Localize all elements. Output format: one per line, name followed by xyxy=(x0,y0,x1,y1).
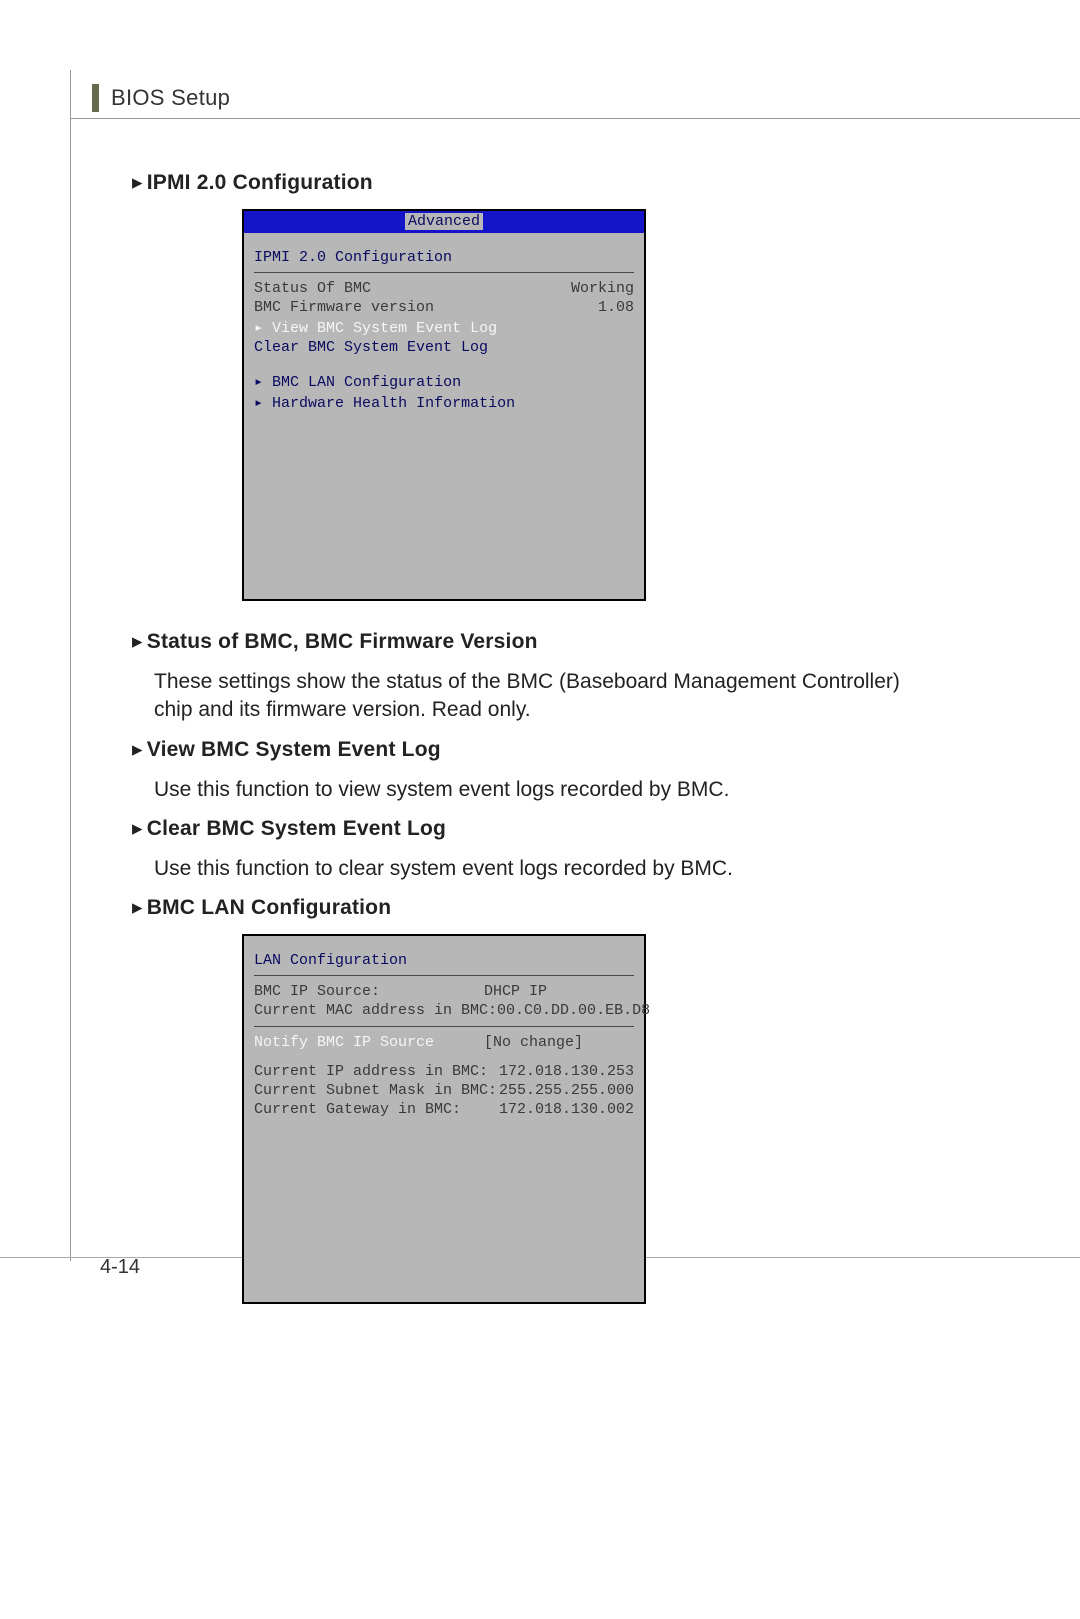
section-desc-view: Use this function to view system event l… xyxy=(154,776,914,804)
divider xyxy=(254,272,634,273)
bios-label-notify: Notify BMC IP Source xyxy=(254,1034,434,1051)
page-body: ▸IPMI 2.0 Configuration Advanced IPMI 2.… xyxy=(132,160,1030,1332)
divider xyxy=(254,1026,634,1027)
bios-menu-lan[interactable]: ▸ BMC LAN Configuration xyxy=(254,371,634,392)
bios-row-gw: Current Gateway in BMC: 172.018.130.002 xyxy=(254,1100,634,1119)
bios-label-mac: Current MAC address in BMC: xyxy=(254,1002,497,1019)
bios-row-status: Status Of BMC Working xyxy=(254,279,634,298)
header-title: BIOS Setup xyxy=(111,85,230,111)
bios-row-notify[interactable]: Notify BMC IP Source [No change] xyxy=(254,1033,634,1052)
page-number: 4-14 xyxy=(100,1256,140,1279)
page-left-rule xyxy=(70,70,71,1261)
bios-menu-hw[interactable]: ▸ Hardware Health Information xyxy=(254,392,634,413)
bios-value-mac: 00.C0.DD.00.EB.D8 xyxy=(497,1002,650,1019)
bios-value-ip: 172.018.130.253 xyxy=(499,1063,634,1080)
bios-label-status: Status Of BMC xyxy=(254,280,371,297)
bios-panel-lan-title: LAN Configuration xyxy=(254,952,634,969)
triangle-icon: ▸ xyxy=(254,320,263,337)
section-title-lan: ▸BMC LAN Configuration xyxy=(132,895,1030,920)
bios-menu-view[interactable]: ▸ View BMC System Event Log xyxy=(254,317,634,338)
bios-tab-advanced[interactable]: Advanced xyxy=(405,213,483,230)
section-title-status: ▸Status of BMC, BMC Firmware Version xyxy=(132,629,1030,654)
triangle-icon: ▸ xyxy=(132,629,143,653)
bios-value-fw: 1.08 xyxy=(598,299,634,316)
bios-menu-lan-label: BMC LAN Configuration xyxy=(272,374,461,391)
bios-panel-lan: LAN Configuration BMC IP Source: DHCP IP… xyxy=(244,936,644,1302)
bios-row-mac: Current MAC address in BMC: 00.C0.DD.00.… xyxy=(254,1001,634,1020)
bios-menu-clear-label: Clear BMC System Event Log xyxy=(254,339,488,356)
section-desc-clear: Use this function to clear system event … xyxy=(154,855,914,883)
bios-menu-hw-label: Hardware Health Information xyxy=(272,395,515,412)
bios-row-ip: Current IP address in BMC: 172.018.130.2… xyxy=(254,1062,634,1081)
bios-label-ip: Current IP address in BMC: xyxy=(254,1063,488,1080)
bios-menu-clear[interactable]: Clear BMC System Event Log xyxy=(254,338,634,357)
bios-screenshot-lan: LAN Configuration BMC IP Source: DHCP IP… xyxy=(242,934,646,1304)
bios-value-status: Working xyxy=(571,280,634,297)
bios-row-sn: Current Subnet Mask in BMC: 255.255.255.… xyxy=(254,1081,634,1100)
divider xyxy=(254,975,634,976)
bios-tab-bar: Advanced xyxy=(244,211,644,233)
bios-label-gw: Current Gateway in BMC: xyxy=(254,1101,461,1118)
bios-row-src: BMC IP Source: DHCP IP xyxy=(254,982,634,1001)
spacer xyxy=(254,357,634,371)
section-title-lan-text: BMC LAN Configuration xyxy=(147,896,392,919)
bios-menu-view-label: View BMC System Event Log xyxy=(272,320,497,337)
section-title-clear: ▸Clear BMC System Event Log xyxy=(132,816,1030,841)
bios-value-gw: 172.018.130.002 xyxy=(499,1101,634,1118)
triangle-icon: ▸ xyxy=(132,895,143,919)
section-title-clear-text: Clear BMC System Event Log xyxy=(147,817,446,840)
bios-panel-title: IPMI 2.0 Configuration xyxy=(254,249,634,266)
page-top-rule xyxy=(70,118,1080,119)
section-title-ipmi: ▸IPMI 2.0 Configuration xyxy=(132,170,1030,195)
section-title-view: ▸View BMC System Event Log xyxy=(132,737,1030,762)
section-desc-status: These settings show the status of the BM… xyxy=(154,668,914,725)
bios-label-fw: BMC Firmware version xyxy=(254,299,434,316)
header-accent xyxy=(92,84,99,112)
bios-screenshot-ipmi: Advanced IPMI 2.0 Configuration Status O… xyxy=(242,209,646,601)
section-title-view-text: View BMC System Event Log xyxy=(147,738,441,761)
triangle-icon: ▸ xyxy=(254,395,263,412)
bios-value-sn: 255.255.255.000 xyxy=(499,1082,634,1099)
page: BIOS Setup ▸IPMI 2.0 Configuration Advan… xyxy=(0,0,1080,1619)
bios-label-src: BMC IP Source: xyxy=(254,983,380,1000)
spacer xyxy=(254,1052,634,1062)
bios-panel: IPMI 2.0 Configuration Status Of BMC Wor… xyxy=(244,233,644,599)
header: BIOS Setup xyxy=(92,84,230,112)
triangle-icon: ▸ xyxy=(132,170,143,194)
triangle-icon: ▸ xyxy=(254,374,263,391)
bios-label-sn: Current Subnet Mask in BMC: xyxy=(254,1082,497,1099)
bios-value-notify: [No change] xyxy=(484,1034,634,1051)
section-title-ipmi-text: IPMI 2.0 Configuration xyxy=(147,171,373,194)
section-title-status-text: Status of BMC, BMC Firmware Version xyxy=(147,630,538,653)
triangle-icon: ▸ xyxy=(132,816,143,840)
bios-row-fw: BMC Firmware version 1.08 xyxy=(254,298,634,317)
triangle-icon: ▸ xyxy=(132,737,143,761)
bios-value-src: DHCP IP xyxy=(484,983,634,1000)
